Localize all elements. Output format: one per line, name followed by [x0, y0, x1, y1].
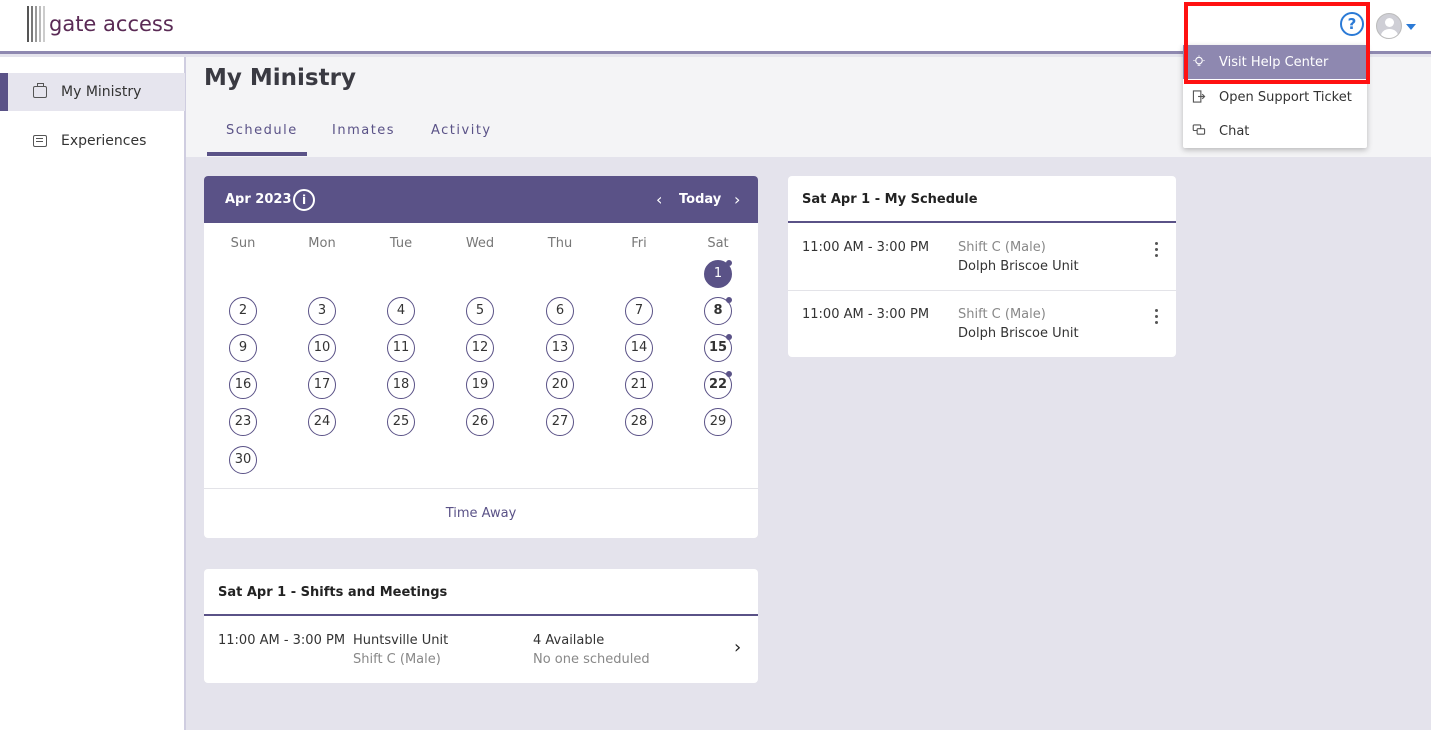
calendar-day[interactable]: 6 [546, 297, 574, 325]
calendar-day[interactable]: 13 [546, 334, 574, 362]
active-tab-indicator [207, 152, 307, 156]
sidebar-active-indicator [0, 73, 8, 111]
chevron-down-icon[interactable] [1406, 24, 1416, 30]
calendar-day[interactable]: 12 [466, 334, 494, 362]
logo-bars-icon [27, 6, 45, 42]
user-avatar-icon[interactable] [1376, 13, 1402, 39]
chevron-left-icon[interactable]: ‹ [656, 190, 662, 209]
calendar-day[interactable]: 23 [229, 408, 257, 436]
highlight-annotation-box [1184, 2, 1370, 84]
chevron-right-icon[interactable]: › [734, 637, 741, 658]
calendar-day[interactable]: 4 [387, 297, 415, 325]
page-title: My Ministry [204, 65, 356, 91]
info-icon[interactable]: i [293, 189, 315, 211]
shift-scheduled: No one scheduled [533, 652, 650, 667]
calendar-day[interactable]: 16 [229, 371, 257, 399]
tab-activity[interactable]: Activity [431, 123, 492, 138]
calendar-day[interactable]: 18 [387, 371, 415, 399]
briefcase-icon [33, 83, 47, 98]
calendar-day[interactable]: 28 [625, 408, 653, 436]
sidebar-item-experiences[interactable]: Experiences [8, 122, 185, 160]
event-dot [726, 371, 732, 377]
weekday-label: Mon [308, 236, 336, 251]
calendar-day[interactable]: 29 [704, 408, 732, 436]
schedule-time: 11:00 AM - 3:00 PM [802, 307, 930, 322]
today-button[interactable]: Today [679, 192, 721, 207]
schedule-shift: Shift C (Male) [958, 307, 1046, 322]
card-title: Sat Apr 1 - My Schedule [802, 192, 978, 207]
calendar-day[interactable]: 5 [466, 297, 494, 325]
schedule-unit: Dolph Briscoe Unit [958, 259, 1079, 274]
time-away-link[interactable]: Time Away [204, 506, 758, 521]
calendar-day[interactable]: 9 [229, 334, 257, 362]
schedule-time: 11:00 AM - 3:00 PM [802, 240, 930, 255]
ticket-icon [1192, 90, 1206, 103]
newspaper-icon [33, 135, 47, 147]
weekday-label: Fri [631, 236, 647, 251]
shift-available: 4 Available [533, 633, 605, 648]
event-dot [726, 297, 732, 303]
calendar-header: Apr 2023 i ‹ Today › [204, 176, 758, 223]
calendar-day[interactable]: 3 [308, 297, 336, 325]
sidebar-item-my-ministry[interactable]: My Ministry [8, 73, 185, 111]
calendar-day[interactable]: 19 [466, 371, 494, 399]
calendar-card: Apr 2023 i ‹ Today › Sun Mon Tue Wed Thu… [204, 176, 758, 538]
weekday-label: Sun [230, 236, 256, 251]
menu-item-chat[interactable]: Chat [1183, 114, 1367, 148]
weekday-label: Thu [547, 236, 573, 251]
divider [788, 290, 1176, 291]
divider [204, 614, 758, 616]
calendar-day[interactable]: 14 [625, 334, 653, 362]
calendar-day[interactable]: 11 [387, 334, 415, 362]
tab-schedule[interactable]: Schedule [226, 123, 298, 138]
sidebar: My Ministry Experiences [0, 57, 186, 730]
schedule-shift: Shift C (Male) [958, 240, 1046, 255]
card-title: Sat Apr 1 - Shifts and Meetings [218, 585, 448, 600]
calendar-day[interactable]: 30 [229, 446, 257, 474]
calendar-day[interactable]: 25 [387, 408, 415, 436]
weekday-label: Sat [707, 236, 729, 251]
chat-icon [1192, 124, 1206, 135]
divider [788, 221, 1176, 223]
calendar-day[interactable]: 24 [308, 408, 336, 436]
calendar-day[interactable]: 26 [466, 408, 494, 436]
chevron-right-icon[interactable]: › [734, 190, 740, 209]
more-options-icon[interactable] [1155, 242, 1159, 258]
gate-access-logo[interactable]: gate access [27, 6, 174, 42]
sidebar-item-label: Experiences [61, 133, 147, 149]
sidebar-item-label: My Ministry [61, 84, 142, 100]
schedule-unit: Dolph Briscoe Unit [958, 326, 1079, 341]
event-dot [726, 334, 732, 340]
shift-name: Shift C (Male) [353, 652, 441, 667]
event-dot [726, 260, 732, 266]
shift-unit: Huntsville Unit [353, 633, 449, 648]
my-schedule-card: Sat Apr 1 - My Schedule 11:00 AM - 3:00 … [788, 176, 1176, 357]
menu-item-label: Chat [1219, 123, 1250, 139]
calendar-day[interactable]: 10 [308, 334, 336, 362]
calendar-day[interactable]: 27 [546, 408, 574, 436]
calendar-day[interactable]: 20 [546, 371, 574, 399]
calendar-day[interactable]: 7 [625, 297, 653, 325]
divider [204, 488, 758, 489]
menu-item-label: Open Support Ticket [1219, 89, 1352, 105]
calendar-day[interactable]: 2 [229, 297, 257, 325]
shift-time: 11:00 AM - 3:00 PM [218, 633, 346, 648]
logo-text: gate access [49, 12, 174, 36]
more-options-icon[interactable] [1155, 309, 1159, 325]
weekday-label: Wed [465, 236, 495, 251]
calendar-day[interactable]: 17 [308, 371, 336, 399]
menu-item-open-support-ticket[interactable]: Open Support Ticket [1183, 80, 1367, 114]
calendar-day[interactable]: 21 [625, 371, 653, 399]
shifts-meetings-card: Sat Apr 1 - Shifts and Meetings 11:00 AM… [204, 569, 758, 683]
weekday-label: Tue [389, 236, 413, 251]
calendar-month: Apr 2023 [225, 192, 292, 207]
tab-inmates[interactable]: Inmates [332, 123, 395, 138]
